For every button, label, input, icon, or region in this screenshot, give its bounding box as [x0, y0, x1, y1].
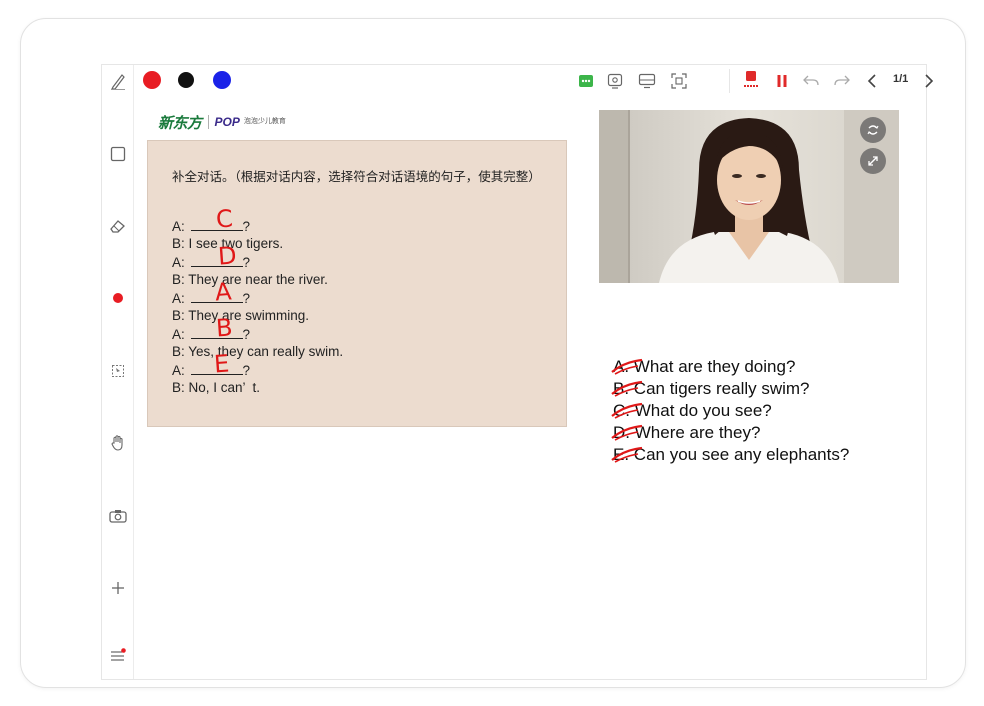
prev-page-icon[interactable] — [863, 72, 881, 90]
square-icon[interactable] — [109, 145, 127, 163]
crop-icon[interactable] — [109, 362, 127, 380]
handwritten-answer: E — [213, 349, 231, 379]
teacher-video-image — [599, 110, 899, 283]
option-item: E. Can you see any elephants? — [613, 445, 850, 464]
capture-icon[interactable] — [670, 72, 688, 90]
strike-annotation — [611, 402, 643, 419]
toolbar-divider — [729, 69, 730, 93]
blue-color-swatch[interactable] — [213, 71, 231, 89]
switch-camera-icon[interactable] — [860, 117, 886, 143]
dialog-line: A: ? — [172, 291, 251, 306]
handwritten-answer: D — [217, 241, 238, 271]
dialog-line: B: They are swimming. — [172, 308, 310, 323]
strike-annotation — [611, 358, 643, 375]
xdf-logo: 新东方 — [158, 114, 202, 132]
pen-icon[interactable] — [109, 72, 127, 90]
tablet-frame: 1/1 新东方 POP 泡泡少儿教育 补全对话。（根据对话内容，选择符合对话语境… — [20, 18, 966, 688]
pop-logo: POP — [214, 115, 240, 129]
strike-annotation — [611, 424, 643, 441]
record-dot-icon[interactable] — [109, 289, 127, 307]
brand-logos: 新东方 POP 泡泡少儿教育 — [158, 113, 286, 132]
expand-icon[interactable] — [860, 148, 886, 174]
pop-logo-text: 泡泡少儿教育 — [243, 118, 286, 125]
teacher-video-feed[interactable] — [599, 110, 899, 283]
chat-icon[interactable] — [577, 72, 595, 90]
stamp-icon[interactable] — [606, 72, 624, 90]
dialog-line: B: They are near the river. — [172, 272, 328, 287]
red-color-swatch[interactable] — [143, 71, 161, 89]
next-page-icon[interactable] — [920, 72, 938, 90]
pause-icon[interactable] — [773, 72, 791, 90]
strike-annotation — [611, 380, 643, 397]
hand-icon[interactable] — [109, 434, 127, 452]
dialog-line: A: ? — [172, 219, 251, 234]
handwritten-answer: A — [214, 277, 233, 307]
page-indicator: 1/1 — [893, 73, 909, 85]
record-icon[interactable] — [742, 70, 760, 88]
dialog-line: B: Yes, they can really swim. — [172, 344, 344, 359]
whiteboard-screen: 1/1 新东方 POP 泡泡少儿教育 补全对话。（根据对话内容，选择符合对话语境… — [101, 64, 934, 680]
dialog-line: A: ? — [172, 363, 251, 378]
undo-icon[interactable] — [802, 72, 820, 90]
black-color-swatch[interactable] — [178, 72, 194, 88]
strike-annotation — [611, 446, 643, 463]
menu-icon[interactable] — [109, 647, 127, 665]
screen-icon[interactable] — [638, 72, 656, 90]
left-toolbar — [102, 65, 134, 679]
exercise-card: 补全对话。（根据对话内容，选择符合对话语境的句子，使其完整） A: ? B: I… — [147, 140, 567, 427]
handwritten-answer: C — [215, 204, 234, 234]
top-toolbar: 1/1 — [133, 65, 934, 97]
dialog-line: A: ? — [172, 327, 251, 342]
eraser-icon[interactable] — [109, 217, 127, 235]
camera-icon[interactable] — [109, 507, 127, 525]
redo-icon[interactable] — [833, 72, 851, 90]
exercise-instruction: 补全对话。（根据对话内容，选择符合对话语境的句子，使其完整） — [172, 170, 541, 184]
plus-icon[interactable] — [109, 579, 127, 597]
dialog-line: B: No, I can’ t. — [172, 380, 261, 395]
dialog-line: A: ? — [172, 255, 251, 270]
handwritten-answer: B — [215, 313, 234, 343]
logo-divider — [207, 115, 209, 129]
